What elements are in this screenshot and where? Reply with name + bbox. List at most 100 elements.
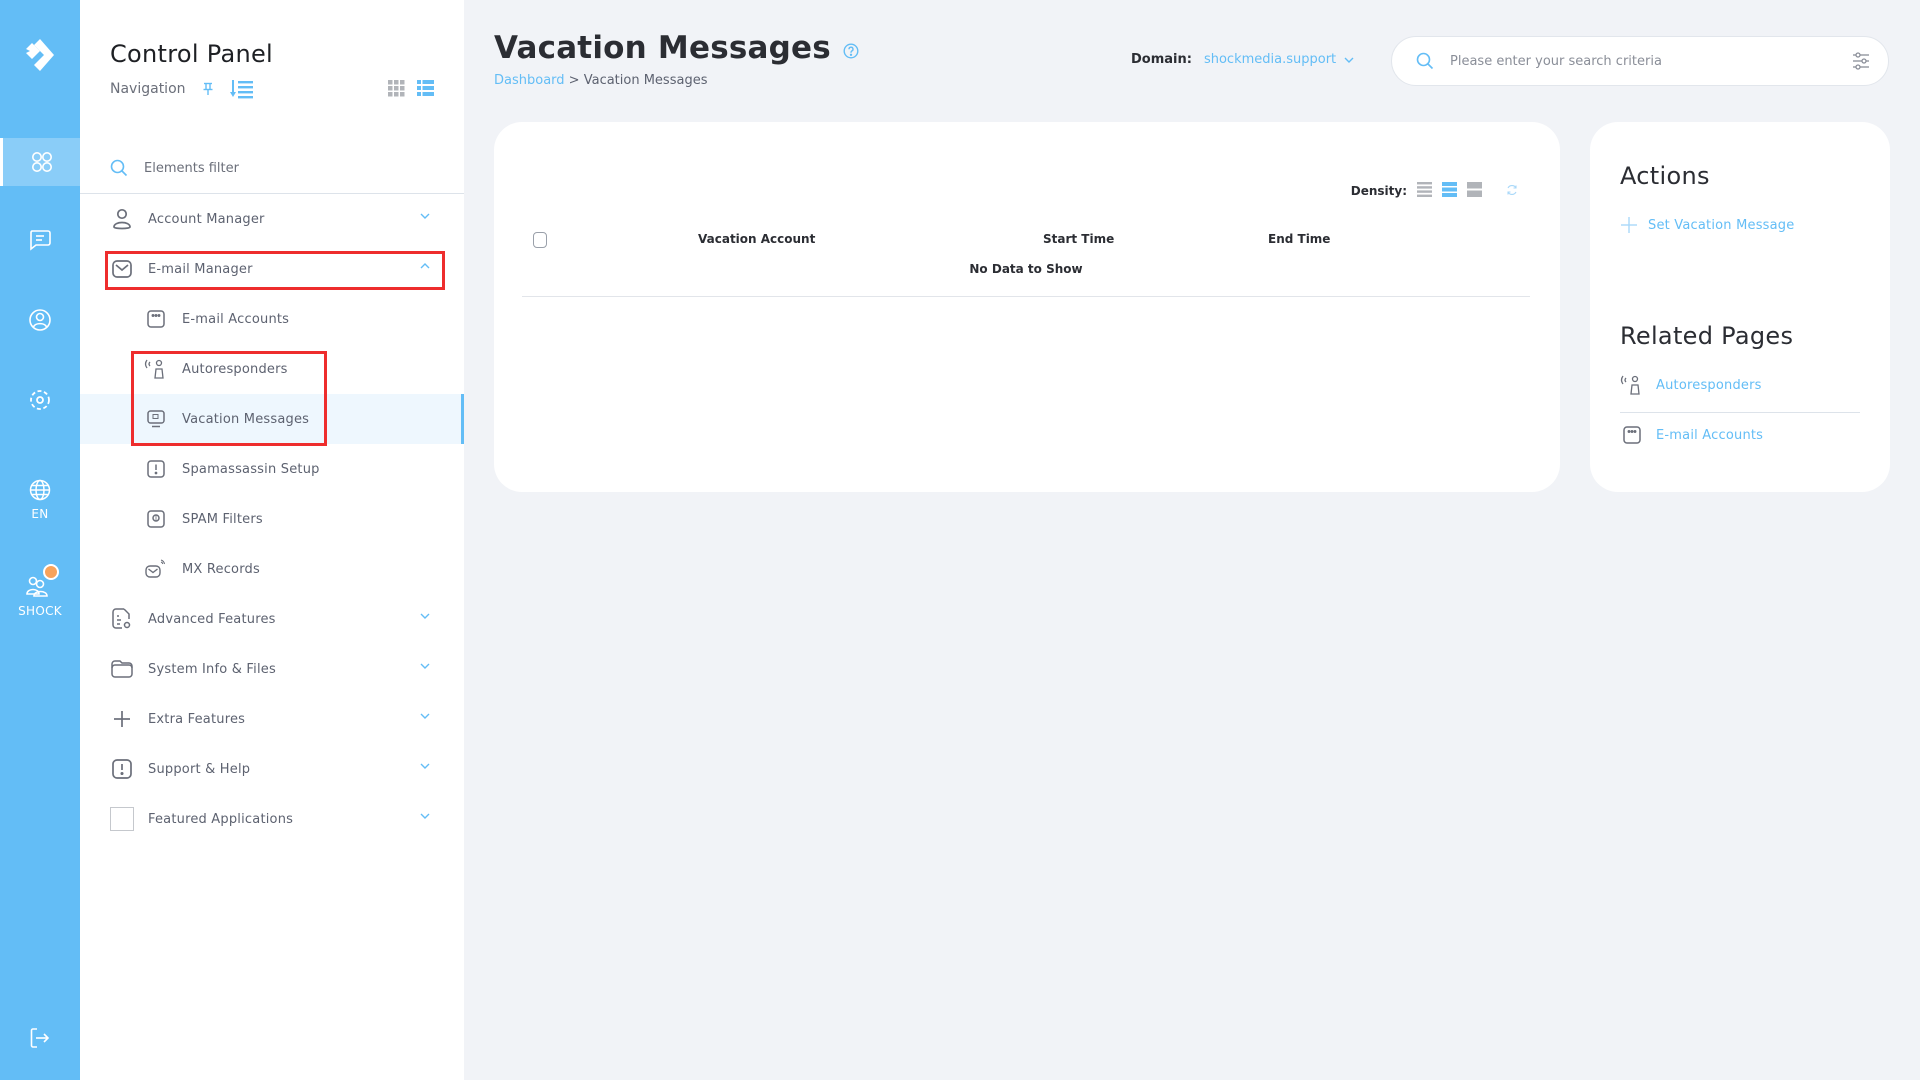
set-vacation-message-label: Set Vacation Message: [1648, 217, 1795, 233]
menu-advanced-features[interactable]: Advanced Features: [80, 594, 460, 644]
table-header: Vacation Account Start Time End Time: [522, 220, 1530, 260]
menu-label: Extra Features: [148, 711, 246, 727]
menu-email-manager[interactable]: E-mail Manager: [80, 244, 460, 294]
rail-dashboard[interactable]: [0, 138, 80, 186]
menu-system-info-files[interactable]: System Info & Files: [80, 644, 460, 694]
related-autoresponders-link[interactable]: Autoresponders: [1620, 374, 1860, 396]
sidebar-title: Control Panel: [110, 40, 274, 68]
sidebar-subtitle-row: Navigation: [110, 77, 254, 101]
mail-account-icon: [1623, 426, 1641, 444]
folder-icon: [111, 660, 133, 678]
menu-extra-features[interactable]: Extra Features: [80, 694, 460, 744]
chevron-down-icon: [420, 813, 430, 819]
domain-value: shockmedia.support: [1203, 52, 1337, 67]
menu-label: Autoresponders: [182, 361, 288, 377]
chevron-down-icon: [420, 713, 430, 719]
density-compact[interactable]: [1417, 182, 1432, 200]
menu-label: E-mail Manager: [148, 261, 253, 277]
document-gear-icon: [112, 608, 131, 629]
chevron-down-icon: [420, 613, 430, 619]
help-button[interactable]: [843, 43, 859, 59]
plus-icon: [1621, 217, 1637, 233]
menu-mx-records[interactable]: MX Records: [80, 544, 460, 594]
related-autoresponders-label: Autoresponders: [1656, 377, 1762, 393]
logo-arrow-icon: [26, 39, 54, 71]
select-all-checkbox[interactable]: [533, 232, 547, 248]
refresh-button[interactable]: [1506, 184, 1518, 199]
related-email-accounts-link[interactable]: E-mail Accounts: [1620, 426, 1860, 444]
list-view-icon: [417, 80, 434, 96]
refresh-icon: [1507, 184, 1517, 195]
related-email-accounts-label: E-mail Accounts: [1656, 427, 1764, 443]
dashboard-grid-icon: [31, 152, 52, 172]
sliders-icon: [1853, 52, 1869, 70]
chevron-down-icon: [420, 213, 430, 219]
logout-icon: [30, 1028, 50, 1048]
sort-list-button[interactable]: [229, 79, 254, 99]
alert-square-icon: [147, 460, 165, 478]
elements-filter[interactable]: [110, 156, 440, 180]
sort-list-icon: [229, 80, 253, 99]
grid-view-toggle[interactable]: [388, 80, 405, 101]
breadcrumb-dashboard[interactable]: Dashboard: [494, 73, 565, 88]
density-normal-icon: [1442, 182, 1457, 197]
density-comfortable[interactable]: [1467, 182, 1482, 200]
column-vacation-account[interactable]: Vacation Account: [698, 232, 815, 246]
view-toggles: [388, 80, 434, 101]
plus-icon: [114, 711, 130, 727]
chevron-down-icon: [420, 663, 430, 669]
set-vacation-message-button[interactable]: Set Vacation Message: [1620, 216, 1794, 234]
menu-spam-filters[interactable]: SPAM Filters: [80, 494, 460, 544]
elements-filter-input[interactable]: [144, 160, 394, 176]
gear-icon: [30, 390, 50, 410]
menu-label: SPAM Filters: [182, 511, 263, 527]
pin-button[interactable]: [195, 77, 220, 101]
breadcrumb-current: Vacation Messages: [583, 73, 708, 88]
menu-vacation-messages[interactable]: Vacation Messages: [80, 394, 464, 444]
search-filter-button[interactable]: [1852, 52, 1870, 70]
menu-label: System Info & Files: [148, 661, 276, 677]
related-separator: [1620, 412, 1860, 413]
actions-card: Actions Set Vacation Message Related Pag…: [1590, 122, 1890, 492]
chevron-down-icon: [420, 763, 430, 769]
density-normal[interactable]: [1442, 182, 1457, 200]
menu-spamassassin-setup[interactable]: Spamassassin Setup: [80, 444, 460, 494]
notification-badge: [43, 564, 59, 580]
pin-icon: [203, 82, 213, 95]
breadcrumb-separator: >: [568, 73, 580, 88]
autoresponder-icon: [144, 359, 164, 379]
search-input[interactable]: [1450, 53, 1852, 69]
rail-settings[interactable]: [0, 380, 80, 420]
chevron-up-icon: [420, 263, 430, 269]
column-end-time[interactable]: End Time: [1268, 232, 1330, 246]
menu-label: Advanced Features: [148, 611, 276, 627]
alert-square-icon: [112, 759, 132, 779]
menu-featured-applications[interactable]: Featured Applications: [80, 794, 460, 844]
rail-messages[interactable]: [0, 220, 80, 260]
menu-label: MX Records: [182, 561, 260, 577]
global-search[interactable]: [1391, 36, 1889, 86]
logout-button[interactable]: [0, 1024, 80, 1052]
menu-autoresponders[interactable]: Autoresponders: [80, 344, 460, 394]
left-rail: EN SHOCK: [0, 0, 80, 1080]
menu-email-accounts[interactable]: E-mail Accounts: [80, 294, 460, 344]
domain-dropdown[interactable]: shockmedia.support: [1204, 52, 1354, 67]
menu-account-manager[interactable]: Account Manager: [80, 194, 460, 244]
column-start-time[interactable]: Start Time: [1043, 232, 1114, 246]
rail-account[interactable]: [0, 300, 80, 340]
menu-support-help[interactable]: Support & Help: [80, 744, 460, 794]
list-view-toggle[interactable]: [417, 80, 434, 101]
filter-square-icon: [147, 510, 165, 528]
mail-account-icon: [147, 310, 165, 328]
search-icon: [1416, 52, 1434, 70]
rail-language[interactable]: EN: [0, 468, 80, 532]
rail-user[interactable]: SHOCK: [0, 560, 80, 630]
menu-label: E-mail Accounts: [182, 311, 290, 327]
mail-icon: [112, 260, 132, 278]
related-pages-title: Related Pages: [1620, 322, 1794, 350]
page-title: Vacation Messages: [494, 30, 859, 66]
empty-state: No Data to Show: [969, 262, 1083, 276]
domain-label: Domain:: [1131, 52, 1192, 67]
page-title-text: Vacation Messages: [494, 30, 831, 66]
logo[interactable]: [0, 22, 80, 88]
